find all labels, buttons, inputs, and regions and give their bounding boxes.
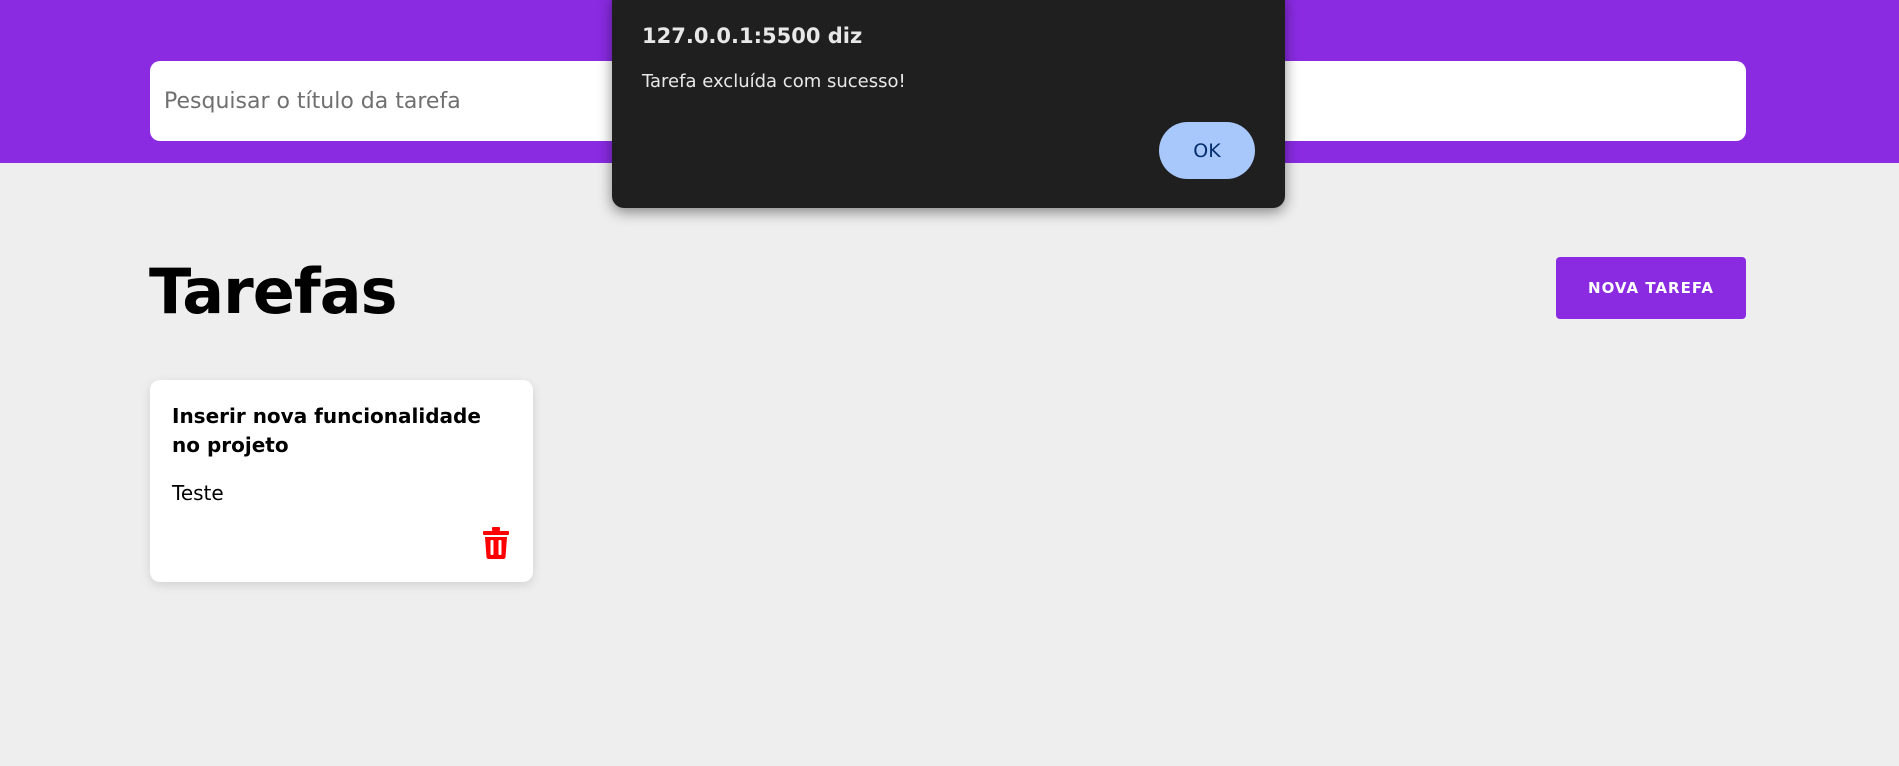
dialog-title: 127.0.0.1:5500 diz	[642, 24, 863, 48]
new-task-button[interactable]: NOVA TAREFA	[1556, 257, 1746, 319]
page-title: Tarefas	[149, 255, 397, 328]
delete-task-button[interactable]	[481, 526, 511, 560]
task-card: Inserir nova funcionalidade no projeto T…	[150, 380, 533, 582]
dialog-message: Tarefa excluída com sucesso!	[642, 71, 906, 92]
dialog-ok-button[interactable]: OK	[1159, 122, 1255, 179]
task-title: Inserir nova funcionalidade no projeto	[172, 404, 481, 457]
trash-icon	[483, 527, 509, 559]
alert-dialog: 127.0.0.1:5500 diz Tarefa excluída com s…	[612, 0, 1285, 208]
task-description: Teste	[172, 481, 224, 505]
